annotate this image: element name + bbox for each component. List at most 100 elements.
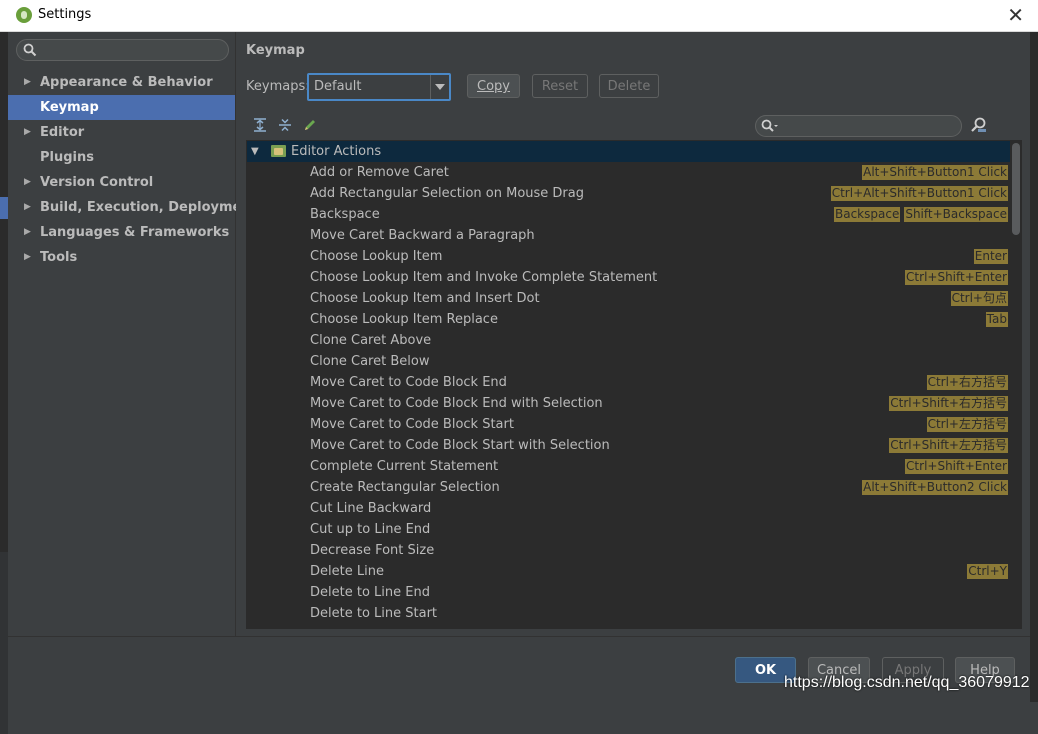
android-studio-icon: [16, 7, 32, 23]
edge-panel: [0, 552, 8, 734]
chevron-right-icon[interactable]: ▶: [24, 195, 31, 220]
shortcut-badge: Ctrl+Alt+Shift+Button1 Click: [830, 186, 1008, 201]
shortcut-badge: Enter: [973, 249, 1008, 264]
action-row[interactable]: Create Rectangular Selection Alt+Shift+Bu…: [247, 477, 1010, 498]
sidebar-item-label: Appearance & Behavior: [40, 75, 213, 90]
action-row[interactable]: Clone Caret Below: [247, 351, 1010, 372]
action-row[interactable]: Decrease Font Size: [247, 540, 1010, 561]
action-name: Choose Lookup Item: [310, 249, 443, 264]
search-icon: [761, 119, 778, 132]
reset-button[interactable]: Reset: [532, 74, 588, 98]
action-row[interactable]: Clone Caret Above: [247, 330, 1010, 351]
chevron-right-icon[interactable]: ▶: [24, 245, 31, 270]
shortcut-list: Ctrl+句点: [950, 291, 1008, 306]
action-name: Backspace: [310, 207, 380, 222]
shortcut-list: Alt+Shift+Button2 Click: [862, 480, 1008, 495]
tree-group-label: Editor Actions: [291, 144, 382, 159]
action-row[interactable]: Add or Remove Caret Alt+Shift+Button1 Cli…: [247, 162, 1010, 183]
action-name: Delete to Line Start: [310, 606, 438, 621]
sidebar-item-version-control[interactable]: ▶ Version Control: [8, 170, 235, 195]
keymaps-label: Keymaps:: [246, 79, 310, 94]
sidebar-item-keymap[interactable]: Keymap: [8, 95, 235, 120]
keymap-select-value: Default: [314, 79, 362, 94]
sidebar-nav: ▶ Appearance & Behavior Keymap ▶ Editor Plugi…: [8, 70, 257, 270]
shortcut-list: Ctrl+Shift+左方括号: [889, 438, 1008, 453]
shortcut-list: Ctrl+右方括号: [926, 375, 1008, 390]
action-row[interactable]: Choose Lookup Item and Invoke Complete S…: [247, 267, 1010, 288]
action-row[interactable]: Backspace Backspace Shift+Backspace: [247, 204, 1010, 225]
shortcut-list: Ctrl+Alt+Shift+Button1 Click: [830, 186, 1008, 201]
keymap-tree[interactable]: ▼ Editor Actions Add or Remove Caret Alt+…: [246, 140, 1022, 629]
window-title: Settings: [38, 7, 92, 22]
shortcut-list: Backspace Shift+Backspace: [833, 207, 1008, 222]
action-name: Clone Caret Below: [310, 354, 430, 369]
shortcut-badge: Alt+Shift+Button1 Click: [862, 165, 1008, 180]
chevron-right-icon[interactable]: ▶: [24, 170, 31, 195]
sidebar-item-appearance-behavior[interactable]: ▶ Appearance & Behavior: [8, 70, 235, 95]
action-row[interactable]: Choose Lookup Item Enter: [247, 246, 1010, 267]
sidebar-item-build-execution-deployment[interactable]: ▶ Build, Execution, Deployment: [8, 195, 257, 220]
action-row[interactable]: Choose Lookup Item and Insert Dot Ctrl+句点: [247, 288, 1010, 309]
shortcut-badge: Ctrl+句点: [950, 291, 1008, 306]
shortcut-list: Ctrl+Shift+Enter: [905, 459, 1008, 474]
edge-highlight: [0, 197, 8, 219]
scrollbar-thumb[interactable]: [1012, 143, 1020, 235]
action-name: Cut Line Backward: [310, 501, 432, 516]
sidebar-item-languages-frameworks[interactable]: ▶ Languages & Frameworks: [8, 220, 235, 245]
action-row[interactable]: Cut Line Backward: [247, 498, 1010, 519]
settings-search-input[interactable]: [16, 39, 229, 61]
close-icon[interactable]: ✕: [1007, 3, 1024, 27]
action-row[interactable]: Delete Line Ctrl+Y: [247, 561, 1010, 582]
action-row[interactable]: Move Caret to Code Block End Ctrl+右方括号: [247, 372, 1010, 393]
action-row[interactable]: Cut up to Line End: [247, 519, 1010, 540]
sidebar-item-tools[interactable]: ▶ Tools: [8, 245, 235, 270]
tree-group-editor-actions[interactable]: ▼ Editor Actions: [247, 141, 1010, 162]
action-name: Delete Line: [310, 564, 384, 579]
action-row[interactable]: Add Rectangular Selection on Mouse Drag C…: [247, 183, 1010, 204]
vertical-scrollbar[interactable]: [1011, 141, 1021, 628]
action-name: Complete Current Statement: [310, 459, 499, 474]
chevron-right-icon[interactable]: ▶: [24, 220, 31, 245]
shortcut-list: Alt+Shift+Button1 Click: [862, 165, 1008, 180]
copy-button[interactable]: Copy: [467, 74, 520, 98]
keymap-select[interactable]: Default: [307, 73, 451, 101]
sidebar-item-label: Build, Execution, Deployment: [40, 200, 257, 215]
action-row[interactable]: Choose Lookup Item Replace Tab: [247, 309, 1010, 330]
action-name: Move Caret to Code Block End with Select…: [310, 396, 603, 411]
action-row[interactable]: Move Caret to Code Block Start Ctrl+左方括号: [247, 414, 1010, 435]
shortcut-badge: Ctrl+左方括号: [926, 417, 1008, 432]
expand-all-icon[interactable]: [252, 117, 268, 133]
chevron-right-icon[interactable]: ▶: [24, 120, 31, 145]
action-name: Delete to Line End: [310, 585, 430, 600]
action-name: Add Rectangular Selection on Mouse Drag: [310, 186, 584, 201]
collapse-all-icon[interactable]: [277, 117, 293, 133]
action-row[interactable]: Delete to Line Start: [247, 603, 1010, 624]
action-name: Choose Lookup Item and Insert Dot: [310, 291, 540, 306]
watermark: https://blog.csdn.net/qq_36079912: [784, 674, 1030, 691]
folder-icon: [271, 145, 286, 157]
sidebar-item-plugins[interactable]: Plugins: [8, 145, 235, 170]
shortcut-badge: Ctrl+Shift+右方括号: [889, 396, 1008, 411]
shortcut-badge: Backspace: [833, 207, 901, 222]
background-window-edge: [0, 32, 8, 734]
action-row[interactable]: Complete Current Statement Ctrl+Shift+Ent…: [247, 456, 1010, 477]
action-row[interactable]: Move Caret to Code Block Start with Sele…: [247, 435, 1010, 456]
chevron-down-icon[interactable]: [430, 75, 449, 99]
chevron-right-icon[interactable]: ▶: [24, 70, 31, 95]
action-name: Choose Lookup Item Replace: [310, 312, 498, 327]
sidebar-item-label: Tools: [40, 250, 78, 265]
shortcut-list: Enter: [973, 249, 1008, 264]
action-row[interactable]: Move Caret to Code Block End with Select…: [247, 393, 1010, 414]
action-name: Move Caret to Code Block Start: [310, 417, 514, 432]
shortcut-badge: Ctrl+Shift+Enter: [905, 270, 1008, 285]
action-name: Cut up to Line End: [310, 522, 431, 537]
delete-button[interactable]: Delete: [599, 74, 659, 98]
action-row[interactable]: Move Caret Backward a Paragraph: [247, 225, 1010, 246]
shortcut-badge: Ctrl+Y: [967, 564, 1008, 579]
sidebar-item-editor[interactable]: ▶ Editor: [8, 120, 235, 145]
action-row[interactable]: Delete to Line End: [247, 582, 1010, 603]
find-by-shortcut-icon[interactable]: [970, 116, 988, 134]
chevron-down-icon[interactable]: ▼: [251, 141, 259, 162]
keymap-filter-input[interactable]: [755, 115, 962, 137]
edit-icon[interactable]: [302, 117, 318, 133]
